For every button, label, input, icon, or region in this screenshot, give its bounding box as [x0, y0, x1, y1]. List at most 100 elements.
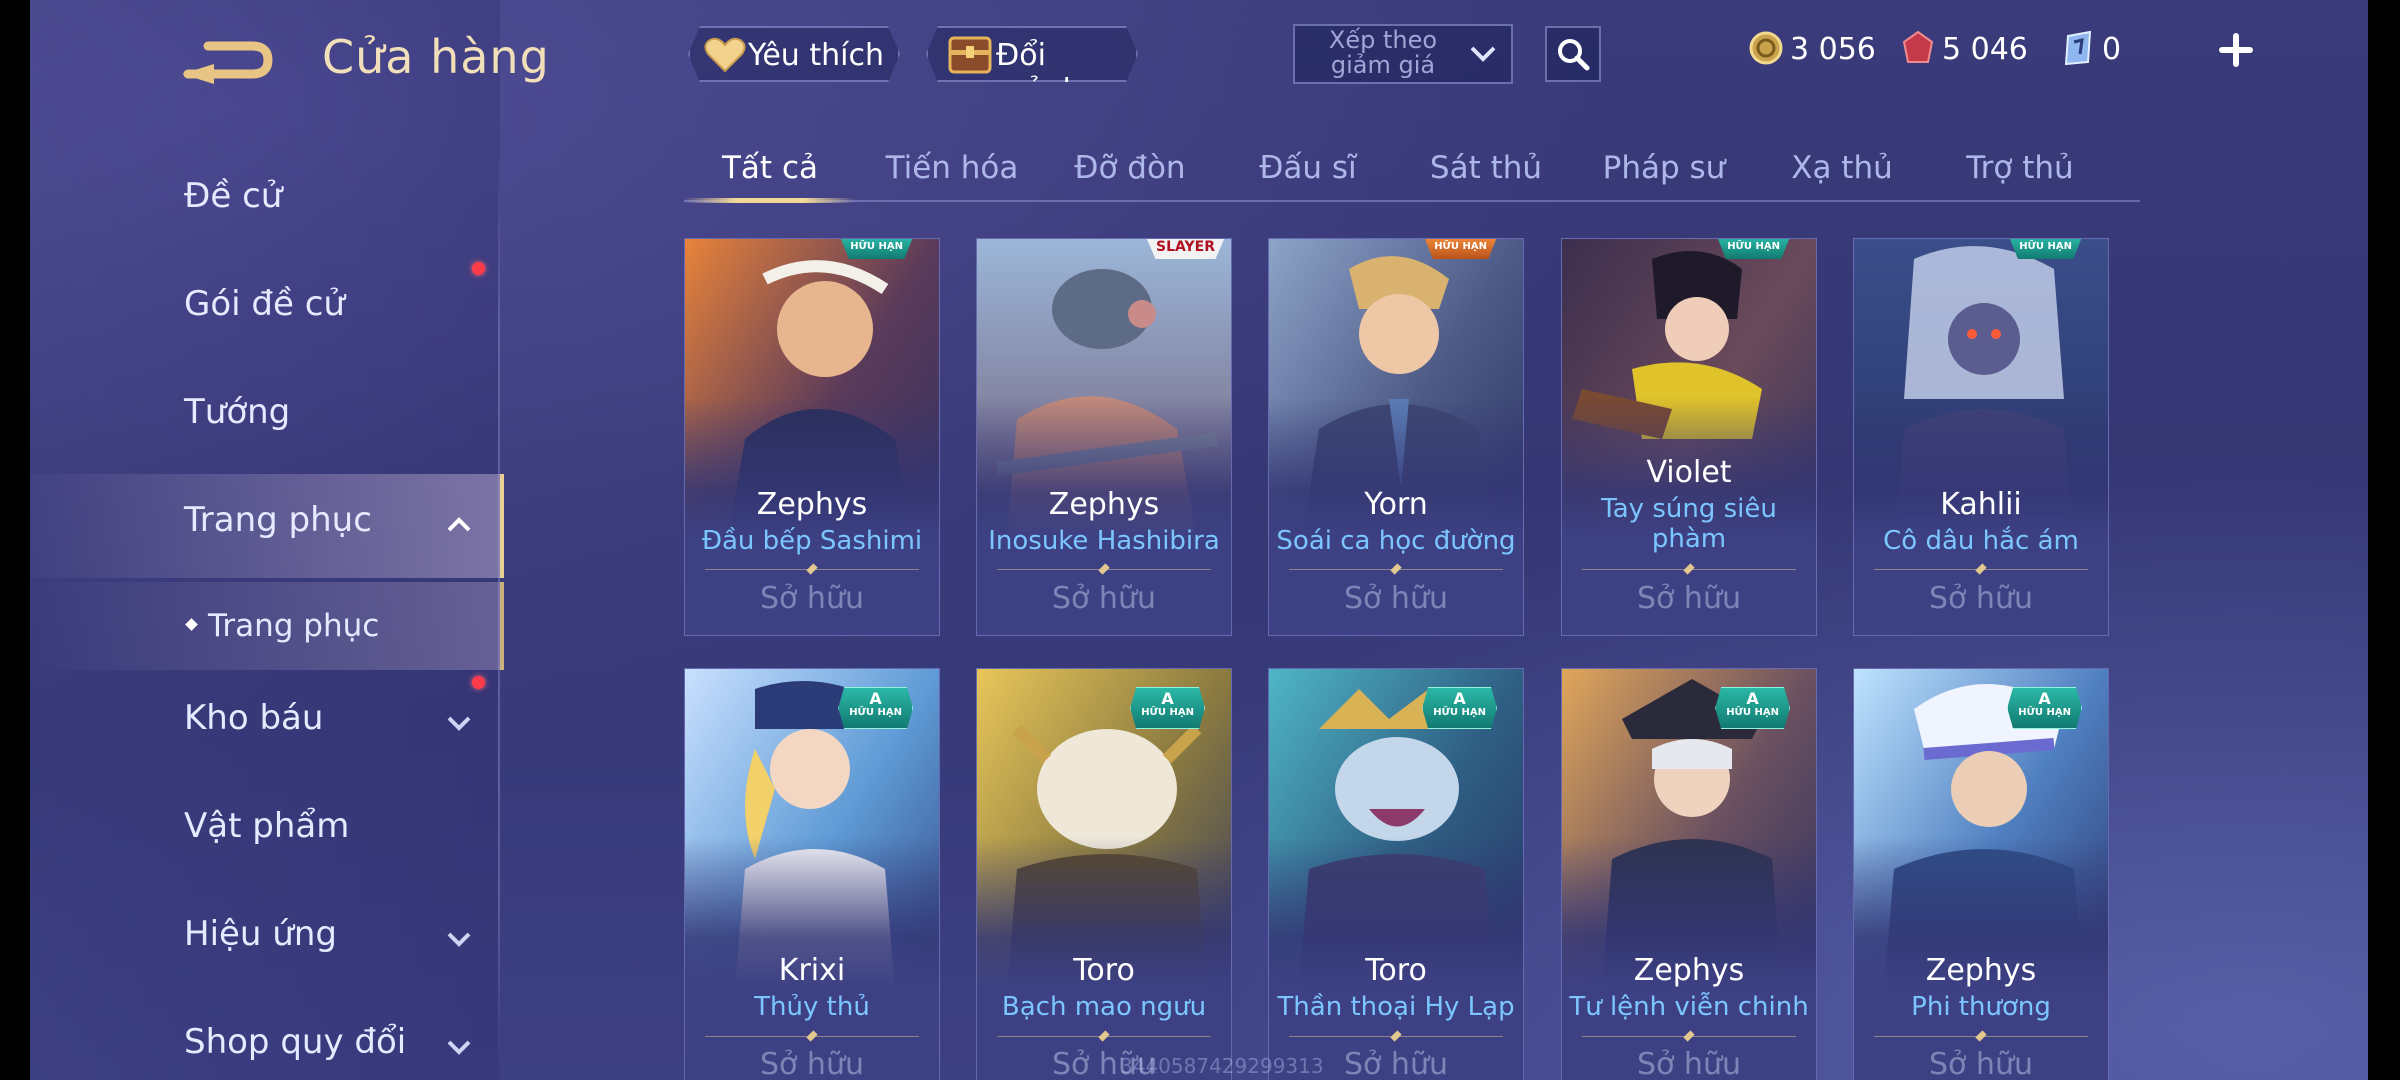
chevron-down-icon — [1470, 46, 1496, 62]
slayer-badge: SLAYER — [1146, 239, 1225, 259]
search-button[interactable] — [1545, 26, 1601, 82]
skin-name: Inosuke Hashibira — [988, 526, 1220, 556]
tab-tank[interactable]: Đỡ đòn — [1040, 150, 1220, 212]
skin-card[interactable]: A HỮU HẠN Krixi Thủy thủ Sở hữu — [684, 668, 940, 1080]
skin-card[interactable]: HỮU HẠN Zephys Đầu bếp Sashimi Sở hữu — [684, 238, 940, 636]
sidebar-item-items[interactable]: Vật phẩm — [30, 780, 500, 880]
skin-card[interactable]: SLAYER Zephys Inosuke Hashibira Sở hữu — [976, 238, 1232, 636]
favorites-button[interactable]: Yêu thích — [688, 26, 900, 82]
page-title: Cửa hàng — [322, 30, 550, 84]
sidebar-item-treasure[interactable]: Kho báu — [30, 672, 500, 772]
back-button[interactable] — [180, 30, 280, 90]
exchange-shards-button[interactable]: Đổi mảnh — [926, 26, 1138, 82]
skin-name: Đầu bếp Sashimi — [701, 526, 923, 556]
sidebar-item-heroes[interactable]: Tướng — [30, 366, 500, 466]
gem-currency: 5 046 — [1900, 30, 2028, 70]
sidebar-item-label: Kho báu — [184, 698, 324, 738]
tab-evolution[interactable]: Tiến hóa — [862, 150, 1042, 212]
back-arrow-icon — [182, 41, 273, 84]
limited-grade-badge: A HỮU HẠN — [1130, 687, 1205, 729]
skin-card[interactable]: A HỮU HẠN Zephys Tư lệnh viễn chinh Sở hữ… — [1561, 668, 1817, 1080]
gold-amount: 3 056 — [1790, 32, 1876, 67]
hero-name: Kahlii — [1940, 487, 2022, 522]
notification-dot — [472, 262, 485, 275]
skin-name: Thủy thủ — [754, 992, 870, 1022]
skin-name: Cô dâu hắc ám — [1883, 526, 2079, 556]
skin-card[interactable]: A HỮU HẠN Toro Bạch mao ngưu Sở hữu — [976, 668, 1232, 1080]
chevron-down-icon — [447, 932, 471, 947]
sidebar-item-label: Hiệu ứng — [184, 914, 337, 954]
hero-name: Toro — [1365, 953, 1427, 988]
sidebar-item-recommended-packs[interactable]: Gói đề cử — [30, 258, 500, 358]
skin-card[interactable]: A HỮU HẠN Toro Thần thoại Hy Lạp Sở hữu — [1268, 668, 1524, 1080]
card-overlay — [1562, 239, 1816, 635]
card-overlay — [685, 239, 939, 635]
sidebar-item-effects[interactable]: Hiệu ứng — [30, 888, 500, 988]
limited-grade-badge: A HỮU HẠN — [1715, 687, 1790, 729]
tab-marksman[interactable]: Xạ thủ — [1752, 150, 1932, 212]
active-tab-indicator — [684, 198, 856, 203]
hero-name: Violet — [1646, 455, 1732, 490]
favorites-label: Yêu thích — [748, 38, 884, 73]
tab-assassin[interactable]: Sát thủ — [1396, 150, 1576, 212]
owned-status: Sở hữu — [1929, 581, 2033, 616]
limited-grade-badge: A HỮU HẠN — [1422, 687, 1497, 729]
exchange-shards-label: Đổi mảnh — [996, 38, 1082, 108]
owned-status: Sở hữu — [1637, 581, 1741, 616]
hero-name: Zephys — [1633, 953, 1745, 988]
skin-card[interactable]: HỮU HẠN Kahlii Cô dâu hắc ám Sở hữu — [1853, 238, 2109, 636]
sidebar-item-label: Tướng — [184, 392, 291, 432]
hero-name: Zephys — [1925, 953, 2037, 988]
skin-name: Tay súng siêu phàm — [1601, 494, 1777, 554]
tabs-divider — [684, 200, 2140, 202]
gem-amount: 5 046 — [1942, 32, 2028, 67]
gold-currency: 3 056 — [1748, 30, 1876, 70]
store-screen: Cửa hàng Đề cử Gói đề cử Tướng Trang phụ… — [30, 0, 2368, 1080]
limited-badge: HỮU HẠN — [2009, 239, 2082, 259]
sort-dropdown[interactable]: Xếp theo giảm giá — [1293, 24, 1513, 84]
skin-name: Thần thoại Hy Lạp — [1277, 992, 1515, 1022]
sidebar-subitem-costumes[interactable]: Trang phục — [30, 582, 504, 670]
limited-grade-badge: A HỮU HẠN — [838, 687, 913, 729]
owned-status: Sở hữu — [1637, 1047, 1741, 1080]
sidebar-item-label: Đề cử — [184, 176, 283, 216]
chevron-down-icon — [447, 716, 471, 731]
treasure-chest-icon — [946, 32, 994, 76]
notification-dot — [472, 676, 485, 689]
hero-name: Krixi — [778, 953, 846, 988]
gold-coin-icon — [1749, 31, 1783, 65]
add-currency-button[interactable] — [2210, 24, 2262, 76]
watermark-text: 3440587429299313 — [1120, 1054, 1324, 1078]
owned-status: Sở hữu — [1052, 581, 1156, 616]
limited-badge: HỮU HẠN — [840, 239, 913, 259]
plus-icon — [2219, 33, 2253, 67]
tab-fighter[interactable]: Đấu sĩ — [1218, 150, 1398, 212]
sort-dropdown-value: Xếp theo giảm giá — [1328, 26, 1438, 79]
sidebar-item-label: Trang phục — [184, 500, 372, 540]
sidebar-item-exchange-shop[interactable]: Shop quy đổi — [30, 996, 500, 1080]
skin-card[interactable]: HỮU HẠN Yorn Soái ca học đường Sở hữu — [1268, 238, 1524, 636]
sidebar-item-costumes[interactable]: Trang phục — [30, 474, 504, 578]
skin-name: Tư lệnh viễn chinh — [1569, 992, 1809, 1022]
sidebar-item-label: Gói đề cử — [184, 284, 345, 324]
limited-badge: HỮU HẠN — [1424, 239, 1497, 259]
sidebar-item-recommended[interactable]: Đề cử — [30, 150, 500, 250]
hero-name: Zephys — [756, 487, 868, 522]
category-tabs: Tất cả Tiến hóa Đỡ đòn Đấu sĩ Sát thủ Ph… — [684, 140, 2140, 202]
ticket-icon — [2064, 30, 2092, 66]
limited-grade-badge: A HỮU HẠN — [2007, 687, 2082, 729]
hero-name: Toro — [1073, 953, 1135, 988]
red-gem-icon — [1902, 30, 1934, 63]
tab-mage[interactable]: Pháp sư — [1574, 150, 1754, 212]
owned-status: Sở hữu — [760, 1047, 864, 1080]
skin-card[interactable]: HỮU HẠN Violet Tay súng siêu phàm Sở hữu — [1561, 238, 1817, 636]
ticket-amount: 0 — [2102, 32, 2122, 67]
search-icon — [1558, 39, 1590, 71]
skin-card[interactable]: A HỮU HẠN Zephys Phi thương Sở hữu — [1853, 668, 2109, 1080]
bullet-diamond-icon — [185, 618, 198, 631]
limited-badge: HỮU HẠN — [1717, 239, 1790, 259]
sidebar-item-label: Vật phẩm — [184, 806, 350, 846]
tab-support[interactable]: Trợ thủ — [1930, 150, 2110, 212]
chevron-up-icon — [447, 517, 471, 532]
skin-name: Bạch mao ngưu — [1001, 992, 1207, 1022]
